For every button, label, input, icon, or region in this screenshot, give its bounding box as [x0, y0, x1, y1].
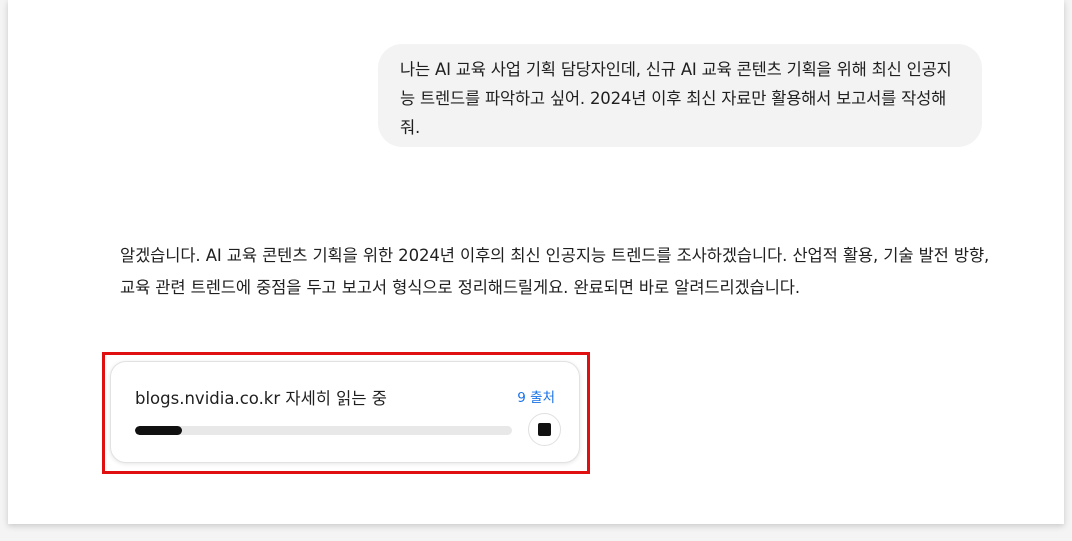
stop-square-icon [538, 423, 551, 436]
research-progress-fill [135, 426, 183, 435]
stop-research-button[interactable] [528, 413, 561, 446]
research-progress-card: blogs.nvidia.co.kr 자세히 읽는 중 9 출처 [110, 361, 580, 463]
user-message-text: 나는 AI 교육 사업 기획 담당자인데, 신규 AI 교육 콘텐츠 기획을 위… [400, 60, 952, 137]
sources-count-link[interactable]: 9 출처 [517, 389, 555, 407]
research-progress-bar [135, 426, 512, 435]
user-message-bubble: 나는 AI 교육 사업 기획 담당자인데, 신규 AI 교육 콘텐츠 기획을 위… [378, 44, 982, 147]
assistant-message: 알겠습니다. AI 교육 콘텐츠 기획을 위한 2024년 이후의 최신 인공지… [120, 246, 990, 297]
research-status-text: blogs.nvidia.co.kr 자세히 읽는 중 [135, 389, 387, 408]
